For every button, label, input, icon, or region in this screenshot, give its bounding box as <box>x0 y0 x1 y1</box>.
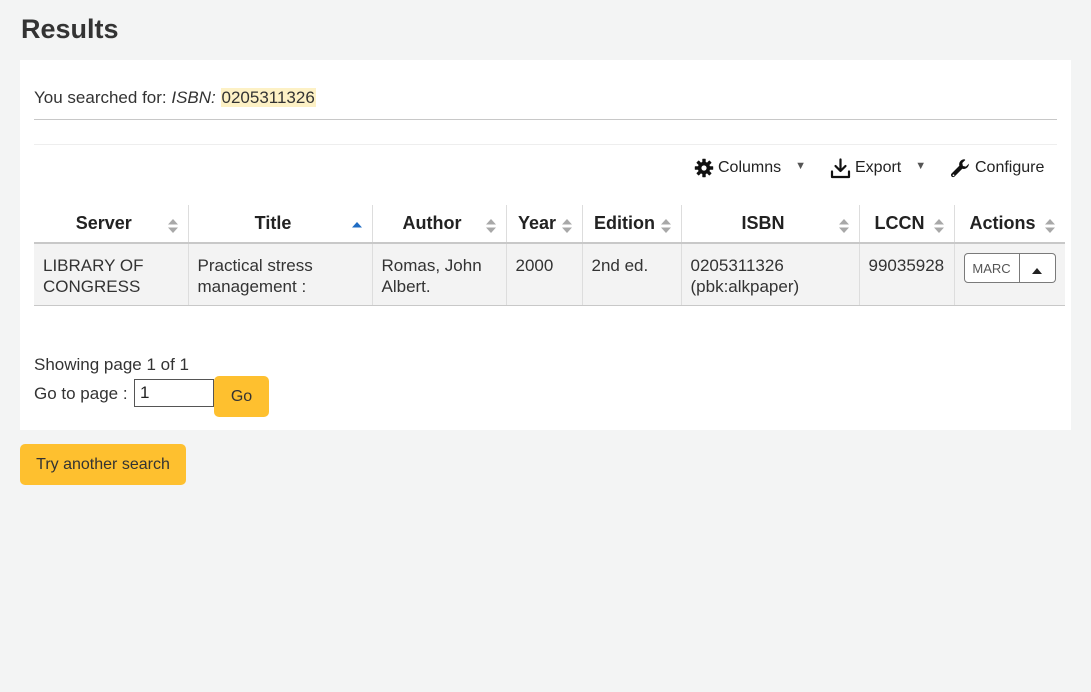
goto-page-label: Go to page : <box>34 384 128 403</box>
paging-status: Showing page 1 of 1 <box>34 355 190 374</box>
marc-button[interactable]: MARC <box>963 253 1020 283</box>
wrench-icon <box>950 158 971 179</box>
sort-icon <box>1044 217 1055 233</box>
cell-server: LIBRARY OF CONGRESS <box>34 243 188 306</box>
column-header-title[interactable]: Title <box>187 205 372 244</box>
search-term: 0205311326 <box>220 88 316 107</box>
column-header-actions[interactable]: Actions <box>953 205 1065 244</box>
column-header-label: Actions <box>969 213 1036 233</box>
search-summary-prefix: You searched for: <box>34 88 172 107</box>
sort-icon <box>933 217 944 233</box>
configure-button[interactable]: Configure <box>950 156 1044 180</box>
cell-lccn: 99035928 <box>858 243 954 306</box>
actions-dropdown-toggle[interactable] <box>1019 253 1056 283</box>
column-header-label: Edition <box>594 213 655 233</box>
goto-page-input[interactable] <box>134 379 214 407</box>
column-header-author[interactable]: Author <box>371 205 506 244</box>
results-panel: You searched for: ISBN: 0205311326 Colum… <box>20 60 1071 430</box>
try-another-search-button[interactable]: Try another search <box>20 444 186 485</box>
go-button[interactable]: Go <box>214 376 269 417</box>
column-header-label: LCCN <box>874 213 925 233</box>
sort-icon <box>485 217 496 233</box>
page-title: Results <box>21 14 119 44</box>
download-icon <box>830 157 851 179</box>
divider <box>34 119 1057 120</box>
cell-actions: MARC <box>953 243 1065 306</box>
sort-icon <box>167 217 178 233</box>
sort-ascending-icon <box>351 217 362 231</box>
column-header-label: Author <box>402 213 462 233</box>
export-label: Export <box>855 159 902 176</box>
actions-button-group: MARC <box>963 253 1056 283</box>
columns-label: Columns <box>718 159 782 176</box>
column-header-isbn[interactable]: ISBN <box>680 205 859 244</box>
search-field-label: ISBN: <box>171 88 216 107</box>
divider <box>34 144 1057 145</box>
column-header-lccn[interactable]: LCCN <box>858 205 954 244</box>
cell-edition: 2nd ed. <box>581 243 681 306</box>
column-header-edition[interactable]: Edition <box>581 205 681 244</box>
column-header-label: Year <box>517 213 557 233</box>
sort-icon <box>561 217 572 233</box>
cell-isbn: 0205311326 (pbk:alkpaper) <box>680 243 859 306</box>
results-table: Server Title Author Year Edition ISBN LC… <box>34 205 1065 306</box>
column-header-year[interactable]: Year <box>505 205 582 244</box>
cell-title: Practical stress management : <box>187 243 372 306</box>
configure-label: Configure <box>975 159 1045 176</box>
column-header-server[interactable]: Server <box>34 205 188 244</box>
columns-button[interactable]: Columns ▼ <box>694 156 806 180</box>
table-header-row: Server Title Author Year Edition ISBN LC… <box>34 205 1065 244</box>
sort-icon <box>838 217 849 233</box>
cell-author: Romas, John Albert. <box>371 243 506 306</box>
caret-down-icon: ▼ <box>915 160 927 172</box>
column-header-label: Title <box>254 213 292 233</box>
search-summary: You searched for: ISBN: 0205311326 <box>34 88 316 108</box>
caret-down-icon: ▼ <box>795 160 807 172</box>
table-row: LIBRARY OF CONGRESS Practical stress man… <box>34 243 1065 306</box>
caret-up-icon <box>1032 258 1042 279</box>
cell-year: 2000 <box>505 243 582 306</box>
column-header-label: Server <box>75 213 132 233</box>
export-button[interactable]: Export ▼ <box>830 156 926 180</box>
gear-icon <box>694 158 714 178</box>
column-header-label: ISBN <box>741 213 785 233</box>
sort-icon <box>660 217 671 233</box>
